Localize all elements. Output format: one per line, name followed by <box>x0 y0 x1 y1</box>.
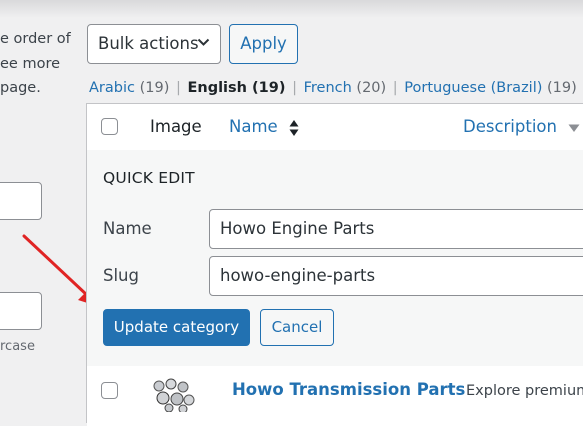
separator: | <box>175 80 181 96</box>
separator: | <box>392 80 398 96</box>
lang-link-french[interactable]: French <box>304 80 352 96</box>
help-text: e order of ee more page. <box>0 27 80 101</box>
lang-current-english: English (19) <box>187 80 286 96</box>
slug-input[interactable]: howo-engine-parts <box>209 256 583 296</box>
lang-count: (19) <box>139 80 170 96</box>
column-description[interactable]: Description <box>463 117 580 136</box>
language-filter: Arabic (19) | English (19) | French (20)… <box>89 78 583 98</box>
bulk-actions-value: Bulk actions <box>98 34 199 53</box>
table-header: Image Name Description <box>87 104 583 151</box>
bulk-actions-select[interactable]: Bulk actions <box>87 24 221 64</box>
categories-table: Image Name Description QUICK EDIT Name H… <box>86 103 583 426</box>
row-description: Explore premium <box>466 383 583 399</box>
apply-button[interactable]: Apply <box>229 24 298 64</box>
lang-link-arabic[interactable]: Arabic <box>89 80 135 96</box>
help-line: page. <box>0 80 41 96</box>
select-all-checkbox[interactable] <box>101 118 118 135</box>
column-image: Image <box>150 117 202 136</box>
top-shadow <box>0 0 583 18</box>
help-line: ee more <box>0 55 61 72</box>
quick-edit-title: QUICK EDIT <box>103 169 195 187</box>
row-category-name[interactable]: Howo Transmission Parts <box>232 380 465 399</box>
lang-link-portuguese[interactable]: Portuguese (Brazil) <box>404 80 542 96</box>
left-input-partial[interactable] <box>0 182 42 220</box>
slug-label: Slug <box>103 266 139 285</box>
quick-edit-panel: QUICK EDIT Name Howo Engine Parts Slug h… <box>87 150 583 366</box>
separator: | <box>292 80 297 96</box>
lang-count: (20) <box>356 80 387 96</box>
table-row: Howo Transmission Parts Explore premium <box>87 366 583 426</box>
name-label: Name <box>103 219 152 238</box>
row-checkbox[interactable] <box>101 382 118 399</box>
update-category-button[interactable]: Update category <box>103 309 250 346</box>
chevron-down-icon <box>197 38 210 46</box>
name-input[interactable]: Howo Engine Parts <box>209 209 583 249</box>
field-hint: rcase <box>0 339 35 354</box>
help-line: e order of <box>0 31 71 47</box>
column-name[interactable]: Name <box>229 117 299 137</box>
lang-count: (19) <box>547 80 577 96</box>
sort-icon <box>289 119 299 136</box>
sort-down-icon <box>568 124 580 132</box>
cancel-button[interactable]: Cancel <box>260 309 334 346</box>
